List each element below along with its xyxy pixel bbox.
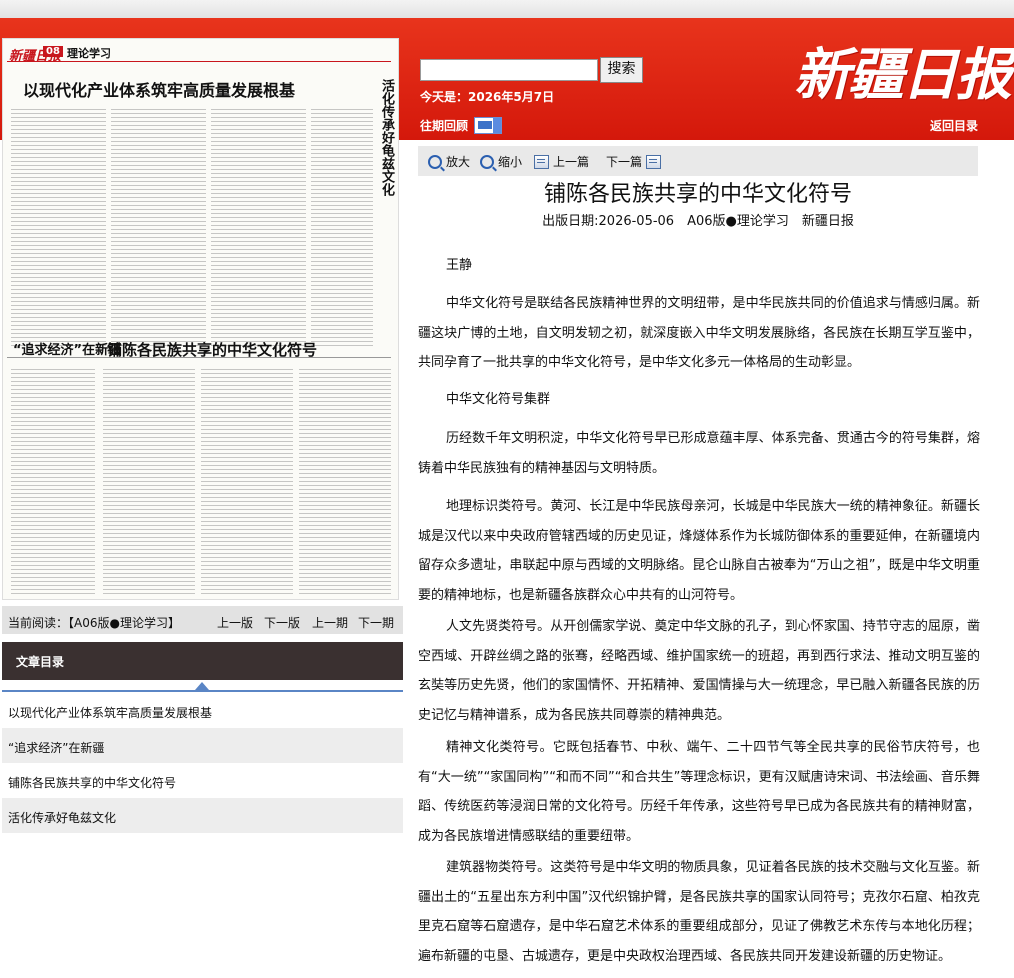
toc-pointer-icon <box>195 682 209 690</box>
thumb-headline-3: “追求经济”在新疆 <box>13 343 122 358</box>
toc-item[interactable]: “追求经济”在新疆 <box>2 728 403 763</box>
thumb-text-block <box>11 369 95 594</box>
next-page-link[interactable]: 下一版 <box>264 614 300 631</box>
browser-top-band <box>0 0 1014 18</box>
prev-issues-link[interactable]: 往期回顾 <box>420 117 468 134</box>
thumb-text-block <box>211 109 306 349</box>
search-button[interactable]: 搜索 <box>600 57 643 83</box>
prev-issue-link[interactable]: 上一期 <box>312 614 348 631</box>
thumb-page-no: 08 <box>43 46 63 57</box>
next-article-button[interactable]: 下一篇 <box>606 153 662 170</box>
prev-article-button[interactable]: 上一篇 <box>534 153 589 170</box>
article-subheading: 中华文化符号集群 <box>446 392 551 407</box>
article-paragraph: 地理标识类符号。黄河、长江是中华民族母亲河，长城是中华民族大一统的精神象征。新疆… <box>418 499 980 603</box>
article-paragraph: 中华文化符号是联结各民族精神世界的文明纽带，是中华民族共同的价值追求与情感归属。… <box>418 296 980 370</box>
thumb-rule <box>7 61 391 62</box>
toc-item-label: 铺陈各民族共享的中华文化符号 <box>8 776 177 790</box>
prev-article-label: 上一篇 <box>553 155 590 169</box>
thumb-headline-1: 以现代化产业体系筑牢高质量发展根基 <box>23 81 296 100</box>
newspaper-page-thumbnail[interactable]: 新疆日报 08 理论学习 以现代化产业体系筑牢高质量发展根基 活化传承好龟兹文化… <box>2 38 399 600</box>
thumb-text-block <box>103 369 195 594</box>
zoom-out-icon <box>480 154 494 169</box>
thumb-headline-4: 活化传承好龟兹文化 <box>379 79 394 196</box>
zoom-in-button[interactable]: 放大 <box>428 153 470 170</box>
thumb-section: 理论学习 <box>67 47 111 60</box>
toc-item-label: 以现代化产业体系筑牢高质量发展根基 <box>8 706 213 720</box>
today-date: 今天是：2026年5月7日 <box>420 90 555 104</box>
current-reading: 当前阅读：【A06版●理论学习】 <box>8 616 180 630</box>
article-meta: 出版日期:2026-05-06 A06版●理论学习 新疆日报 <box>542 214 854 229</box>
thumb-text-block <box>299 369 391 594</box>
thumb-text-block <box>111 109 206 349</box>
next-article-icon <box>646 154 662 169</box>
newspaper-logo: 新疆日报 <box>794 42 1012 108</box>
article-title: 铺陈各民族共享的中华文化符号 <box>543 182 852 207</box>
thumb-text-block <box>11 109 106 349</box>
toc-item[interactable]: 以现代化产业体系筑牢高质量发展根基 <box>2 693 403 728</box>
toc-header: 文章目录 <box>2 642 403 680</box>
toc-item[interactable]: 铺陈各民族共享的中华文化符号 <box>2 763 403 798</box>
article-paragraph: 历经数千年文明积淀，中华文化符号早已形成意蕴丰厚、体系完备、贯通古今的符号集群，… <box>418 431 980 476</box>
toc-title: 文章目录 <box>16 655 65 669</box>
zoom-in-icon <box>428 154 442 169</box>
article-paragraph: 精神文化类符号。它既包括春节、中秋、端午、二十四节气等全民共享的民俗节庆符号，也… <box>418 740 980 844</box>
calendar-icon <box>478 121 492 129</box>
prev-article-icon <box>534 154 549 169</box>
toc-item[interactable]: 活化传承好龟兹文化 <box>2 798 403 833</box>
zoom-out-label: 缩小 <box>498 155 523 169</box>
chevron-down-icon <box>493 118 501 133</box>
next-article-label: 下一篇 <box>606 155 643 169</box>
thumb-headline-2: 铺陈各民族共享的中华文化符号 <box>107 341 318 359</box>
thumb-text-block <box>201 369 293 594</box>
back-to-index-link[interactable]: 返回目录 <box>930 117 978 134</box>
article-toolbar: 放大 缩小 上一篇 下一篇 <box>418 146 978 176</box>
zoom-out-button[interactable]: 缩小 <box>480 153 522 170</box>
thumb-text-block <box>311 109 373 349</box>
next-issue-link[interactable]: 下一期 <box>358 614 394 631</box>
article-paragraph: 建筑器物类符号。这类符号是中华文明的物质具象，见证着各民族的技术交融与文化互鉴。… <box>418 860 980 964</box>
toc-divider <box>2 690 403 692</box>
search-input[interactable] <box>420 59 598 81</box>
prev-page-link[interactable]: 上一版 <box>217 614 253 631</box>
article-paragraph: 人文先贤类符号。从开创儒家学说、奠定中华文脉的孔子，到心怀家国、持节守志的屈原，… <box>418 619 980 723</box>
zoom-in-label: 放大 <box>446 155 471 169</box>
toc-item-label: 活化传承好龟兹文化 <box>8 811 117 825</box>
calendar-picker[interactable] <box>474 117 502 134</box>
toc-item-label: “追求经济”在新疆 <box>8 741 105 755</box>
article-author: 王静 <box>446 258 473 273</box>
reading-nav-bar: 当前阅读：【A06版●理论学习】 上一版 下一版 上一期 下一期 <box>2 606 403 634</box>
